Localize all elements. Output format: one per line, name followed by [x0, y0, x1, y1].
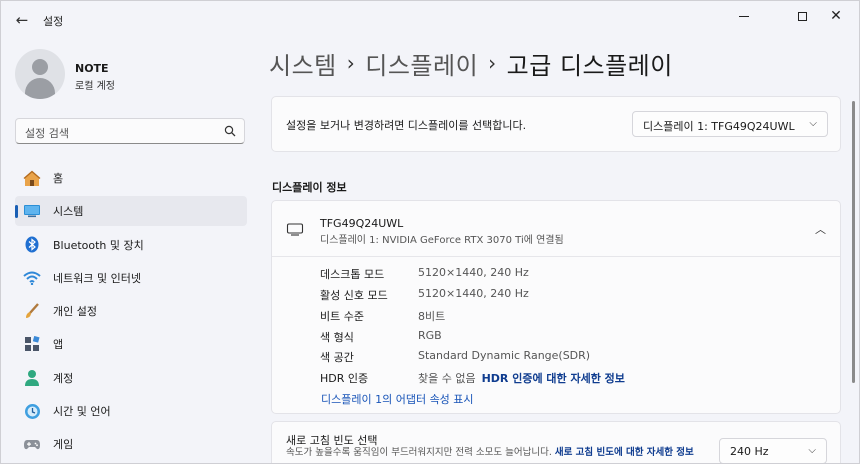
adapter-properties-link[interactable]: 디스플레이 1의 어댑터 속성 표시	[321, 391, 474, 407]
user-profile[interactable]: NOTE 로컬 계정	[15, 49, 255, 99]
refresh-rate-dropdown[interactable]: 240 Hz ⌵	[719, 438, 827, 463]
monitor-icon	[286, 223, 304, 236]
time-language-icon	[23, 402, 41, 420]
search-placeholder: 설정 검색	[25, 127, 69, 140]
spec-label: HDR 인증	[320, 372, 369, 385]
profile-name: NOTE	[75, 62, 109, 75]
sidebar-item-accounts[interactable]: 계정	[15, 363, 247, 393]
breadcrumb-display[interactable]: 디스플레이	[365, 46, 478, 81]
gamepad-icon	[23, 435, 41, 453]
spec-label: 데스크톱 모드	[320, 268, 385, 281]
chevron-down-icon: ⌵	[809, 118, 817, 129]
spec-label: 활성 신호 모드	[320, 289, 388, 302]
settings-window: ← 설정 ✕ NOTE 로컬 계정 설정 검색 홈 시스템 Bluetooth …	[0, 0, 860, 464]
sidebar-item-home[interactable]: 홈	[15, 163, 247, 193]
sidebar-item-label: 시간 및 언어	[53, 405, 111, 419]
spec-value: 5120×1440, 240 Hz	[418, 266, 529, 279]
refresh-rate-description: 속도가 높을수록 움직임이 부드러워지지만 전력 소모도 늘어납니다.	[286, 447, 552, 458]
avatar	[15, 49, 65, 99]
profile-account-type: 로컬 계정	[75, 81, 115, 92]
display-select-card: 설정을 보거나 변경하려면 디스플레이를 선택합니다. 디스플레이 1: TFG…	[271, 96, 841, 152]
minimize-button[interactable]	[721, 1, 767, 31]
title-bar: ← 설정 ✕	[1, 1, 859, 39]
close-icon: ✕	[830, 8, 842, 24]
display-info-header[interactable]: TFG49Q24UWL 디스플레이 1: NVIDIA GeForce RTX …	[272, 201, 840, 257]
breadcrumb-separator-icon: ›	[488, 51, 497, 75]
spec-value: RGB	[418, 329, 442, 342]
refresh-rate-card: 새로 고침 빈도 선택 속도가 높을수록 움직임이 부드러워지지만 전력 소모도…	[271, 421, 841, 463]
spec-value-group: 찾을 수 없음 HDR 인증에 대한 자세한 정보	[418, 370, 625, 386]
refresh-rate-description-block: 속도가 높을수록 움직임이 부드러워지지만 전력 소모도 늘어납니다. 새로 고…	[286, 446, 718, 459]
refresh-rate-value: 240 Hz	[730, 445, 769, 458]
display-select-dropdown[interactable]: 디스플레이 1: TFG49Q24UWL ⌵	[632, 111, 828, 137]
brush-icon	[23, 302, 41, 320]
chevron-down-icon: ⌵	[808, 445, 816, 456]
breadcrumb-separator-icon: ›	[346, 51, 356, 75]
spec-value: 5120×1440, 240 Hz	[418, 287, 529, 300]
sidebar-item-network[interactable]: 네트워크 및 인터넷	[15, 263, 247, 293]
sidebar-item-label: 앱	[53, 338, 64, 352]
sidebar-item-label: 계정	[53, 371, 74, 385]
spec-value: Standard Dynamic Range(SDR)	[418, 349, 591, 362]
close-button[interactable]: ✕	[813, 1, 859, 31]
account-icon	[23, 369, 41, 387]
sidebar-item-label: Bluetooth 및 장치	[53, 238, 144, 252]
sidebar-item-label: 시스템	[53, 205, 84, 219]
display-info-card: TFG49Q24UWL 디스플레이 1: NVIDIA GeForce RTX …	[271, 200, 841, 414]
home-icon	[23, 169, 41, 187]
sidebar-item-apps[interactable]: 앱	[15, 329, 247, 359]
spec-label: 색 형식	[320, 331, 354, 344]
sidebar-item-personalization[interactable]: 개인 설정	[15, 296, 247, 326]
search-icon	[224, 125, 236, 137]
hdr-info-link[interactable]: HDR 인증에 대한 자세한 정보	[482, 372, 625, 385]
apps-icon	[23, 335, 41, 353]
page-title: 고급 디스플레이	[506, 51, 673, 80]
system-icon	[23, 202, 41, 220]
section-title-display-info: 디스플레이 정보	[272, 181, 347, 194]
bluetooth-icon	[23, 236, 41, 254]
breadcrumb-system[interactable]: 시스템	[269, 46, 337, 81]
app-title: 설정	[43, 15, 64, 28]
sidebar-item-bluetooth[interactable]: Bluetooth 및 장치	[15, 230, 247, 260]
sidebar-item-system[interactable]: 시스템	[15, 196, 247, 227]
sidebar-nav: 홈 시스템 Bluetooth 및 장치 네트워크 및 인터넷 개인 설정 앱 …	[15, 163, 247, 463]
sidebar-item-gaming[interactable]: 게임	[15, 429, 247, 459]
spec-value: 찾을 수 없음	[418, 372, 476, 385]
breadcrumb: 시스템 › 디스플레이 › 고급 디스플레이	[269, 45, 673, 81]
sidebar-item-label: 게임	[53, 438, 74, 452]
scrollbar[interactable]	[852, 101, 855, 383]
display-select-value: 디스플레이 1: TFG49Q24UWL	[643, 120, 795, 133]
chevron-up-icon[interactable]: ︿	[815, 221, 826, 237]
spec-value: 8비트	[418, 310, 446, 323]
back-arrow-icon: ←	[15, 11, 29, 29]
back-button[interactable]: ←	[9, 8, 35, 32]
spec-label: 색 공간	[320, 351, 354, 364]
sidebar-item-label: 개인 설정	[53, 305, 97, 319]
spec-label: 비트 수준	[320, 310, 364, 323]
wifi-icon	[23, 269, 41, 287]
minimize-icon	[739, 15, 749, 17]
search-input[interactable]: 설정 검색	[15, 118, 245, 144]
display-select-description: 설정을 보거나 변경하려면 디스플레이를 선택합니다.	[286, 119, 527, 132]
monitor-connection: 디스플레이 1: NVIDIA GeForce RTX 3070 Ti에 연결됨	[320, 235, 564, 246]
sidebar-item-label: 홈	[53, 172, 64, 185]
maximize-icon	[797, 11, 807, 21]
refresh-rate-info-link[interactable]: 새로 고침 빈도에 대한 자세한 정보	[555, 447, 694, 458]
sidebar-item-time-language[interactable]: 시간 및 언어	[15, 396, 247, 426]
sidebar-item-label: 네트워크 및 인터넷	[53, 271, 141, 285]
monitor-name: TFG49Q24UWL	[320, 217, 404, 230]
